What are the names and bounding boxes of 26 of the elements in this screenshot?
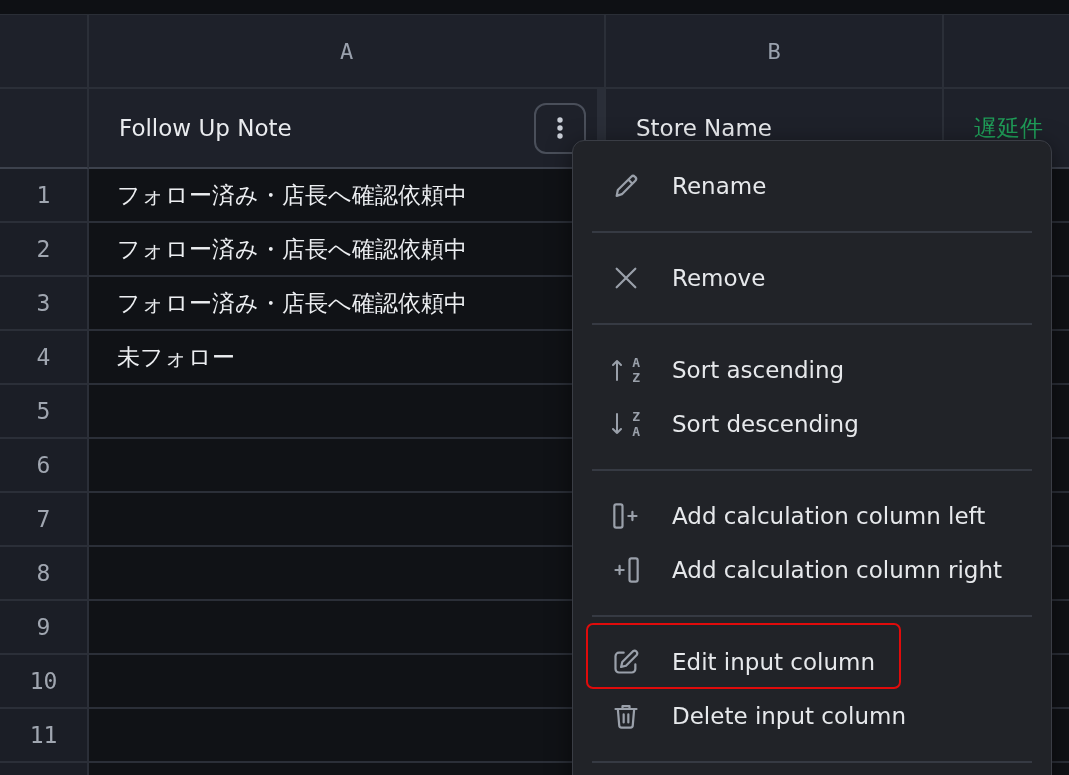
menu-item[interactable]: Add calculation column left — [573, 489, 1051, 543]
trash-icon — [612, 702, 640, 730]
column-letter: B — [767, 38, 781, 64]
menu-item[interactable]: Z A Sort descending — [573, 397, 1051, 451]
row-number: 5 — [0, 385, 89, 439]
row-number: 10 — [0, 655, 89, 709]
row-number: 9 — [0, 601, 89, 655]
column-title: Follow Up Note — [119, 115, 292, 141]
edit-icon — [612, 648, 640, 676]
plus-column-icon — [612, 556, 640, 584]
row-number: 1 — [0, 169, 89, 223]
more-icon — [557, 117, 563, 139]
column-plus-icon — [612, 502, 640, 530]
column-letter: A — [339, 38, 354, 64]
row-number: 3 — [0, 277, 89, 331]
column-title: 遅延件 — [974, 113, 1043, 143]
row-number: 2 — [0, 223, 89, 277]
row-number: 7 — [0, 493, 89, 547]
row-number: 4 — [0, 331, 89, 385]
row-number: 8 — [0, 547, 89, 601]
menu-item[interactable]: Edit input column — [573, 635, 1051, 689]
menu-item[interactable]: Add calculation column right — [573, 543, 1051, 597]
row-number: 6 — [0, 439, 89, 493]
column-title: Store Name — [636, 115, 772, 141]
menu-item[interactable]: Delete input column — [573, 689, 1051, 743]
row-number: 11 — [0, 709, 89, 763]
